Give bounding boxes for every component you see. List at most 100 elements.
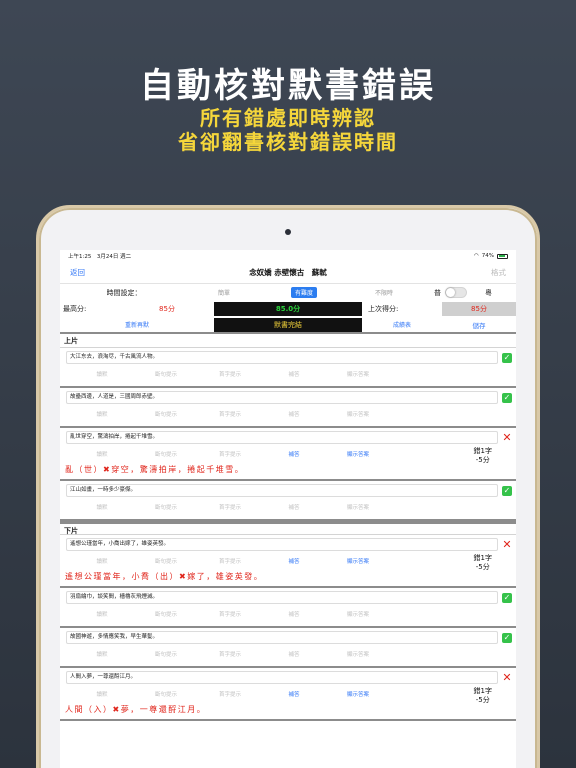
show-answer-button[interactable]: 顯示答案 bbox=[326, 610, 390, 618]
hint-buttons: 讀默 斷句提示 首字提示 補答 顯示答案 bbox=[60, 497, 516, 517]
first-char-hint-button[interactable]: 首字提示 bbox=[198, 557, 262, 565]
phrase-hint-button[interactable]: 斷句提示 bbox=[134, 410, 198, 418]
verse-item: 遙想公瑾當年，小喬出嫁了，雄姿英發。 ✕ 讀默 斷句提示 首字提示 補答 顯示答案 錯1字 -5… bbox=[60, 535, 516, 588]
show-answer-button[interactable]: 顯示答案 bbox=[326, 690, 390, 698]
phrase-hint-button[interactable]: 斷句提示 bbox=[134, 370, 198, 378]
first-char-hint-button[interactable]: 首字提示 bbox=[198, 650, 262, 658]
promo-subtitle-2: 省卻翻書核對錯誤時間 bbox=[178, 130, 398, 154]
verse-input[interactable]: 人間入夢，一尊還酹江月。 bbox=[66, 671, 498, 684]
hint-buttons: 讀默 斷句提示 首字提示 補答 顯示答案 錯1字 -5分 bbox=[60, 551, 516, 571]
hint-buttons: 讀默 斷句提示 首字提示 補答 顯示答案 錯1字 -5分 bbox=[60, 444, 516, 464]
correct-answer: 人間（入）✖夢，一尊還酹江月。 bbox=[60, 704, 516, 717]
error-mark-icon: ✖ bbox=[112, 705, 121, 714]
wrong-cross-icon: ✕ bbox=[502, 430, 512, 444]
back-button[interactable]: 返回 bbox=[70, 267, 85, 278]
verse-input[interactable]: 遙想公瑾當年，小喬出嫁了，雄姿英發。 bbox=[66, 538, 498, 551]
answer-text-before: 人間（入） bbox=[65, 705, 113, 714]
phrase-hint-button[interactable]: 斷句提示 bbox=[134, 610, 198, 618]
wrong-cross-icon: ✕ bbox=[502, 670, 512, 684]
error-count-label: 錯1字 bbox=[473, 554, 492, 562]
read-button[interactable]: 讀默 bbox=[70, 610, 134, 618]
show-answer-button[interactable]: 顯示答案 bbox=[326, 450, 390, 458]
format-button[interactable]: 格式 bbox=[491, 267, 506, 278]
battery-percent: 74% bbox=[481, 253, 494, 259]
answer-text-before: 亂（世） bbox=[65, 465, 103, 474]
show-answer-button[interactable]: 顯示答案 bbox=[326, 410, 390, 418]
mode-untimed[interactable]: 不限時 bbox=[344, 288, 424, 297]
verse-input[interactable]: 亂世穿空，驚濤拍岸，捲起千堆雪。 bbox=[66, 431, 498, 444]
verse-input[interactable]: 江山如畫，一時多少豪傑。 bbox=[66, 484, 498, 497]
read-button[interactable]: 讀默 bbox=[70, 410, 134, 418]
first-char-hint-button[interactable]: 首字提示 bbox=[198, 503, 262, 511]
penalty-label: -5分 bbox=[475, 696, 490, 704]
penalty-label: -5分 bbox=[475, 456, 490, 464]
read-button[interactable]: 讀默 bbox=[70, 503, 134, 511]
language-toggle[interactable] bbox=[445, 287, 467, 298]
verse-list: 上片 大江东去，浪淘尽，千古風流人物。 ✓ 讀默 斷句提示 首字提示 補答 顯示答案 故壘西邊，… bbox=[60, 334, 516, 721]
verse-item: 江山如畫，一時多少豪傑。 ✓ 讀默 斷句提示 首字提示 補答 顯示答案 bbox=[60, 481, 516, 521]
verse-item: 亂世穿空，驚濤拍岸，捲起千堆雪。 ✕ 讀默 斷句提示 首字提示 補答 顯示答案 錯1字 -5分亂… bbox=[60, 428, 516, 481]
fill-answer-button[interactable]: 補答 bbox=[262, 450, 326, 458]
phrase-hint-button[interactable]: 斷句提示 bbox=[134, 557, 198, 565]
action-row: 重新再默 默書完結 成績表 儲存 bbox=[60, 317, 516, 334]
correct-check-icon: ✓ bbox=[502, 485, 512, 496]
verse-input[interactable]: 故國神遊，多情應笑我，早生華髮。 bbox=[66, 631, 498, 644]
answer-text-after: 夢，一尊還酹江月。 bbox=[120, 705, 207, 714]
mode-easy[interactable]: 簡單 bbox=[184, 288, 264, 297]
first-char-hint-button[interactable]: 首字提示 bbox=[198, 610, 262, 618]
nav-bar: 返回 念奴嬌 赤壁懷古 蘇軾 格式 bbox=[60, 262, 516, 284]
status-time: 上午1:25 3月24日 週二 bbox=[68, 254, 132, 260]
fill-answer-button[interactable]: 補答 bbox=[262, 610, 326, 618]
show-answer-button[interactable]: 顯示答案 bbox=[326, 557, 390, 565]
error-mark-icon: ✖ bbox=[179, 572, 188, 581]
phrase-hint-button[interactable]: 斷句提示 bbox=[134, 650, 198, 658]
error-mark-icon: ✖ bbox=[103, 465, 112, 474]
battery-icon bbox=[497, 253, 508, 259]
restart-button[interactable]: 重新再默 bbox=[60, 320, 214, 329]
fill-answer-button[interactable]: 補答 bbox=[262, 557, 326, 565]
answer-text-after: 穿空，驚濤拍岸，捲起千堆雪。 bbox=[111, 465, 245, 474]
section-title: 下片 bbox=[60, 521, 516, 535]
verse-input[interactable]: 大江东去，浪淘尽，千古風流人物。 bbox=[66, 351, 498, 364]
mode-medium[interactable]: 有難度 bbox=[290, 287, 317, 298]
save-button[interactable]: 儲存 bbox=[442, 320, 516, 330]
fill-answer-button[interactable]: 補答 bbox=[262, 650, 326, 658]
show-answer-button[interactable]: 顯示答案 bbox=[326, 503, 390, 511]
fill-answer-button[interactable]: 補答 bbox=[262, 690, 326, 698]
phrase-hint-button[interactable]: 斷句提示 bbox=[134, 503, 198, 511]
verse-item: 故國神遊，多情應笑我，早生華髮。 ✓ 讀默 斷句提示 首字提示 補答 顯示答案 bbox=[60, 628, 516, 668]
show-answer-button[interactable]: 顯示答案 bbox=[326, 370, 390, 378]
first-char-hint-button[interactable]: 首字提示 bbox=[198, 690, 262, 698]
phrase-hint-button[interactable]: 斷句提示 bbox=[134, 690, 198, 698]
wrong-cross-icon: ✕ bbox=[502, 537, 512, 551]
first-char-hint-button[interactable]: 首字提示 bbox=[198, 410, 262, 418]
report-button[interactable]: 成績表 bbox=[362, 320, 442, 329]
answer-text-after: 嫁了，雄姿英發。 bbox=[187, 572, 264, 581]
first-char-hint-button[interactable]: 首字提示 bbox=[198, 450, 262, 458]
hint-buttons: 讀默 斷句提示 首字提示 補答 顯示答案 bbox=[60, 364, 516, 384]
read-button[interactable]: 讀默 bbox=[70, 370, 134, 378]
verse-input[interactable]: 故壘西邊，人道是，三國周郎赤壁。 bbox=[66, 391, 498, 404]
lang-mandarin-label: 普 bbox=[434, 288, 441, 297]
read-button[interactable]: 讀默 bbox=[70, 690, 134, 698]
error-count: 錯1字 -5分 bbox=[474, 447, 492, 465]
read-button[interactable]: 讀默 bbox=[70, 650, 134, 658]
fill-answer-button[interactable]: 補答 bbox=[262, 370, 326, 378]
camera-icon bbox=[285, 229, 291, 235]
score-row: 最高分: 85分 85.0分 上次得分: 85分 bbox=[60, 301, 516, 317]
first-char-hint-button[interactable]: 首字提示 bbox=[198, 370, 262, 378]
read-button[interactable]: 讀默 bbox=[70, 450, 134, 458]
penalty-label: -5分 bbox=[475, 563, 490, 571]
best-score: 85分 bbox=[159, 305, 175, 313]
read-button[interactable]: 讀默 bbox=[70, 557, 134, 565]
fill-answer-button[interactable]: 補答 bbox=[262, 503, 326, 511]
verse-input[interactable]: 羽扇綸巾，談笑間，檣櫓灰飛煙滅。 bbox=[66, 591, 498, 604]
verse-item: 故壘西邊，人道是，三國周郎赤壁。 ✓ 讀默 斷句提示 首字提示 補答 顯示答案 bbox=[60, 388, 516, 428]
last-score-label: 上次得分: bbox=[368, 305, 399, 313]
phrase-hint-button[interactable]: 斷句提示 bbox=[134, 450, 198, 458]
finish-button[interactable]: 默書完結 bbox=[214, 317, 362, 332]
show-answer-button[interactable]: 顯示答案 bbox=[326, 650, 390, 658]
verse-item: 羽扇綸巾，談笑間，檣櫓灰飛煙滅。 ✓ 讀默 斷句提示 首字提示 補答 顯示答案 bbox=[60, 588, 516, 628]
last-score: 85分 bbox=[442, 302, 516, 316]
fill-answer-button[interactable]: 補答 bbox=[262, 410, 326, 418]
